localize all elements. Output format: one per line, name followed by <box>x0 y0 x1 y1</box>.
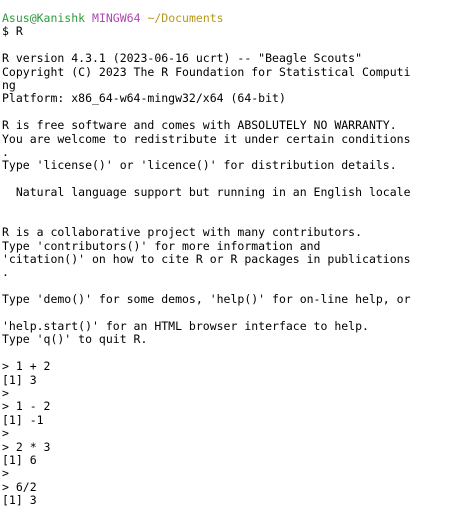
output-line: You are welcome to redistribute it under… <box>2 131 411 146</box>
output-line: > 1 - 2 <box>2 399 51 414</box>
output-line: Natural language support but running in … <box>2 185 411 200</box>
output-line: > 2 * 3 <box>2 439 51 454</box>
output-line: [1] 6 <box>2 452 37 467</box>
terminal-output: R version 4.3.1 (2023-06-16 ucrt) -- "Be… <box>2 39 474 508</box>
output-line: R version 4.3.1 (2023-06-16 ucrt) -- "Be… <box>2 51 363 66</box>
output-line: Type 'demo()' for some demos, 'help()' f… <box>2 292 411 307</box>
output-line: . <box>2 144 9 159</box>
output-line: 'help.start()' for an HTML browser inter… <box>2 318 369 333</box>
output-line: [1] 3 <box>2 372 37 387</box>
prompt-system: MINGW64 <box>92 11 141 25</box>
terminal-window[interactable]: Asus@Kanishk MINGW64 ~/Documents $ R R v… <box>0 0 474 510</box>
output-line: > 6/2 <box>2 479 37 494</box>
output-line: R is a collaborative project with many c… <box>2 225 363 240</box>
output-line: Type 'license()' or 'licence()' for dist… <box>2 158 397 173</box>
output-line: > <box>2 426 9 441</box>
output-line: . <box>2 265 9 280</box>
output-line: > <box>2 385 9 400</box>
output-line: [1] 3 <box>2 493 37 508</box>
prompt-line: Asus@Kanishk MINGW64 ~/Documents <box>2 11 474 25</box>
output-line: ng <box>2 77 16 92</box>
prompt-user: Asus@Kanishk <box>2 11 86 25</box>
output-line: R is free software and comes with ABSOLU… <box>2 118 397 133</box>
output-line: [1] -1 <box>2 412 44 427</box>
output-line: Copyright (C) 2023 The R Foundation for … <box>2 64 411 79</box>
output-line: Type 'contributors()' for more informati… <box>2 238 321 253</box>
output-line: Platform: x86_64-w64-mingw32/x64 (64-bit… <box>2 91 286 106</box>
output-line: > <box>2 466 9 481</box>
output-line: > 1 + 2 <box>2 359 51 374</box>
prompt-path: ~/Documents <box>147 11 224 25</box>
command-line: $ R <box>2 24 23 39</box>
output-line: Type 'q()' to quit R. <box>2 332 148 347</box>
output-line: 'citation()' on how to cite R or R packa… <box>2 252 411 267</box>
